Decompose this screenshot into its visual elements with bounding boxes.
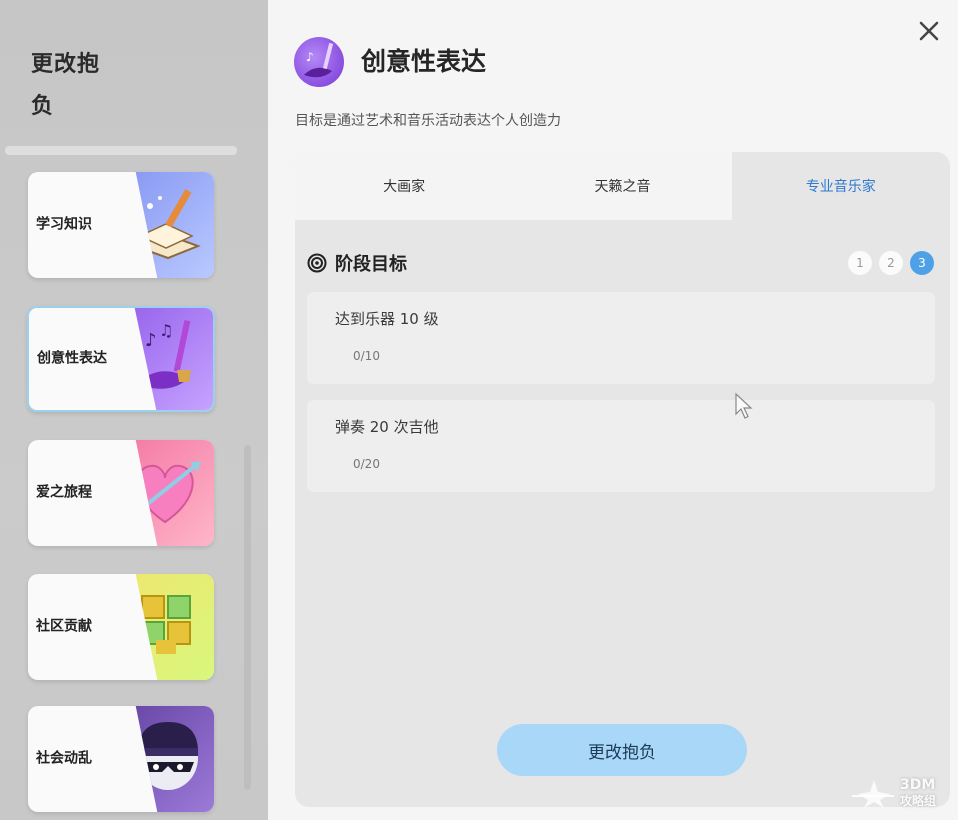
goal-progress: 0/10 bbox=[353, 349, 380, 363]
card-label: 社会动乱 bbox=[36, 750, 92, 767]
heart-arrow-icon bbox=[135, 460, 202, 524]
aspiration-detail-panel: ♪ 创意性表达 目标是通过艺术和音乐活动表达个人创造力 大画家 天籁之音 专业音… bbox=[268, 0, 958, 820]
aspiration-card-creative[interactable]: ♪ ♫ 创意性表达 bbox=[27, 306, 215, 412]
card-label: 创意性表达 bbox=[37, 350, 107, 367]
aspiration-title: 创意性表达 bbox=[361, 47, 487, 76]
tab-painter[interactable]: 大画家 bbox=[295, 152, 514, 220]
svg-text:♪: ♪ bbox=[145, 330, 157, 351]
aspiration-sidebar: 更改抱负 学习知识 ♪ ♫ 创意性表达 爱之旅程 社区贡献 社会动乱 bbox=[0, 0, 268, 820]
mouse-cursor-icon bbox=[735, 392, 753, 419]
card-label: 学习知识 bbox=[36, 216, 92, 233]
close-icon bbox=[919, 21, 939, 41]
sidebar-divider bbox=[5, 146, 237, 155]
goal-name: 达到乐器 10 级 bbox=[335, 310, 439, 328]
target-icon bbox=[307, 253, 327, 273]
stage-goals-label: 阶段目标 bbox=[335, 254, 407, 275]
stage-goals-header: 阶段目标 bbox=[307, 250, 407, 276]
goal-progress: 0/20 bbox=[353, 457, 380, 471]
brush-music-icon: ♪ bbox=[294, 37, 344, 87]
tab-bar: 大画家 天籁之音 专业音乐家 bbox=[295, 152, 950, 220]
stage-step-3[interactable]: 3 bbox=[910, 251, 934, 275]
stage-step-1[interactable]: 1 bbox=[848, 251, 872, 275]
change-aspiration-button[interactable]: 更改抱负 bbox=[497, 724, 747, 776]
aspiration-card-learning[interactable]: 学习知识 bbox=[28, 172, 214, 278]
aspiration-card-chaos[interactable]: 社会动乱 bbox=[28, 706, 214, 812]
close-button[interactable] bbox=[912, 14, 946, 48]
tab-pro-musician[interactable]: 专业音乐家 bbox=[731, 152, 950, 220]
card-label: 爱之旅程 bbox=[36, 484, 92, 501]
aspiration-content: 大画家 天籁之音 专业音乐家 阶段目标 1 2 3 达到乐器 10 级 0/10… bbox=[295, 152, 950, 807]
tab-heavenly-voice[interactable]: 天籁之音 bbox=[513, 152, 732, 220]
aspiration-card-love[interactable]: 爱之旅程 bbox=[28, 440, 214, 546]
masked-face-icon bbox=[138, 722, 198, 790]
goal-item: 达到乐器 10 级 0/10 bbox=[307, 292, 935, 384]
svg-text:♫: ♫ bbox=[159, 321, 173, 340]
brush-music-icon: ♪ ♫ bbox=[137, 319, 191, 389]
aspiration-description: 目标是通过艺术和音乐活动表达个人创造力 bbox=[295, 113, 561, 129]
sidebar-title: 更改抱负 bbox=[31, 52, 101, 119]
stage-step-indicator: 1 2 3 bbox=[848, 251, 934, 275]
star-plane-icon bbox=[851, 780, 894, 808]
card-label: 社区贡献 bbox=[36, 618, 92, 635]
svg-text:♪: ♪ bbox=[306, 50, 314, 64]
aspiration-card-community[interactable]: 社区贡献 bbox=[28, 574, 214, 680]
book-pencil-icon bbox=[135, 189, 201, 260]
stage-step-2[interactable]: 2 bbox=[879, 251, 903, 275]
goal-name: 弹奏 20 次吉他 bbox=[335, 418, 439, 436]
watermark-subtext: 攻略组 bbox=[899, 794, 936, 808]
goal-item: 弹奏 20 次吉他 0/20 bbox=[307, 400, 935, 492]
puzzle-blocks-icon bbox=[141, 595, 191, 654]
sidebar-scrollbar[interactable] bbox=[244, 445, 251, 790]
watermark: 3DM 攻略组 bbox=[850, 776, 936, 810]
watermark-brand: 3DM bbox=[899, 777, 936, 793]
